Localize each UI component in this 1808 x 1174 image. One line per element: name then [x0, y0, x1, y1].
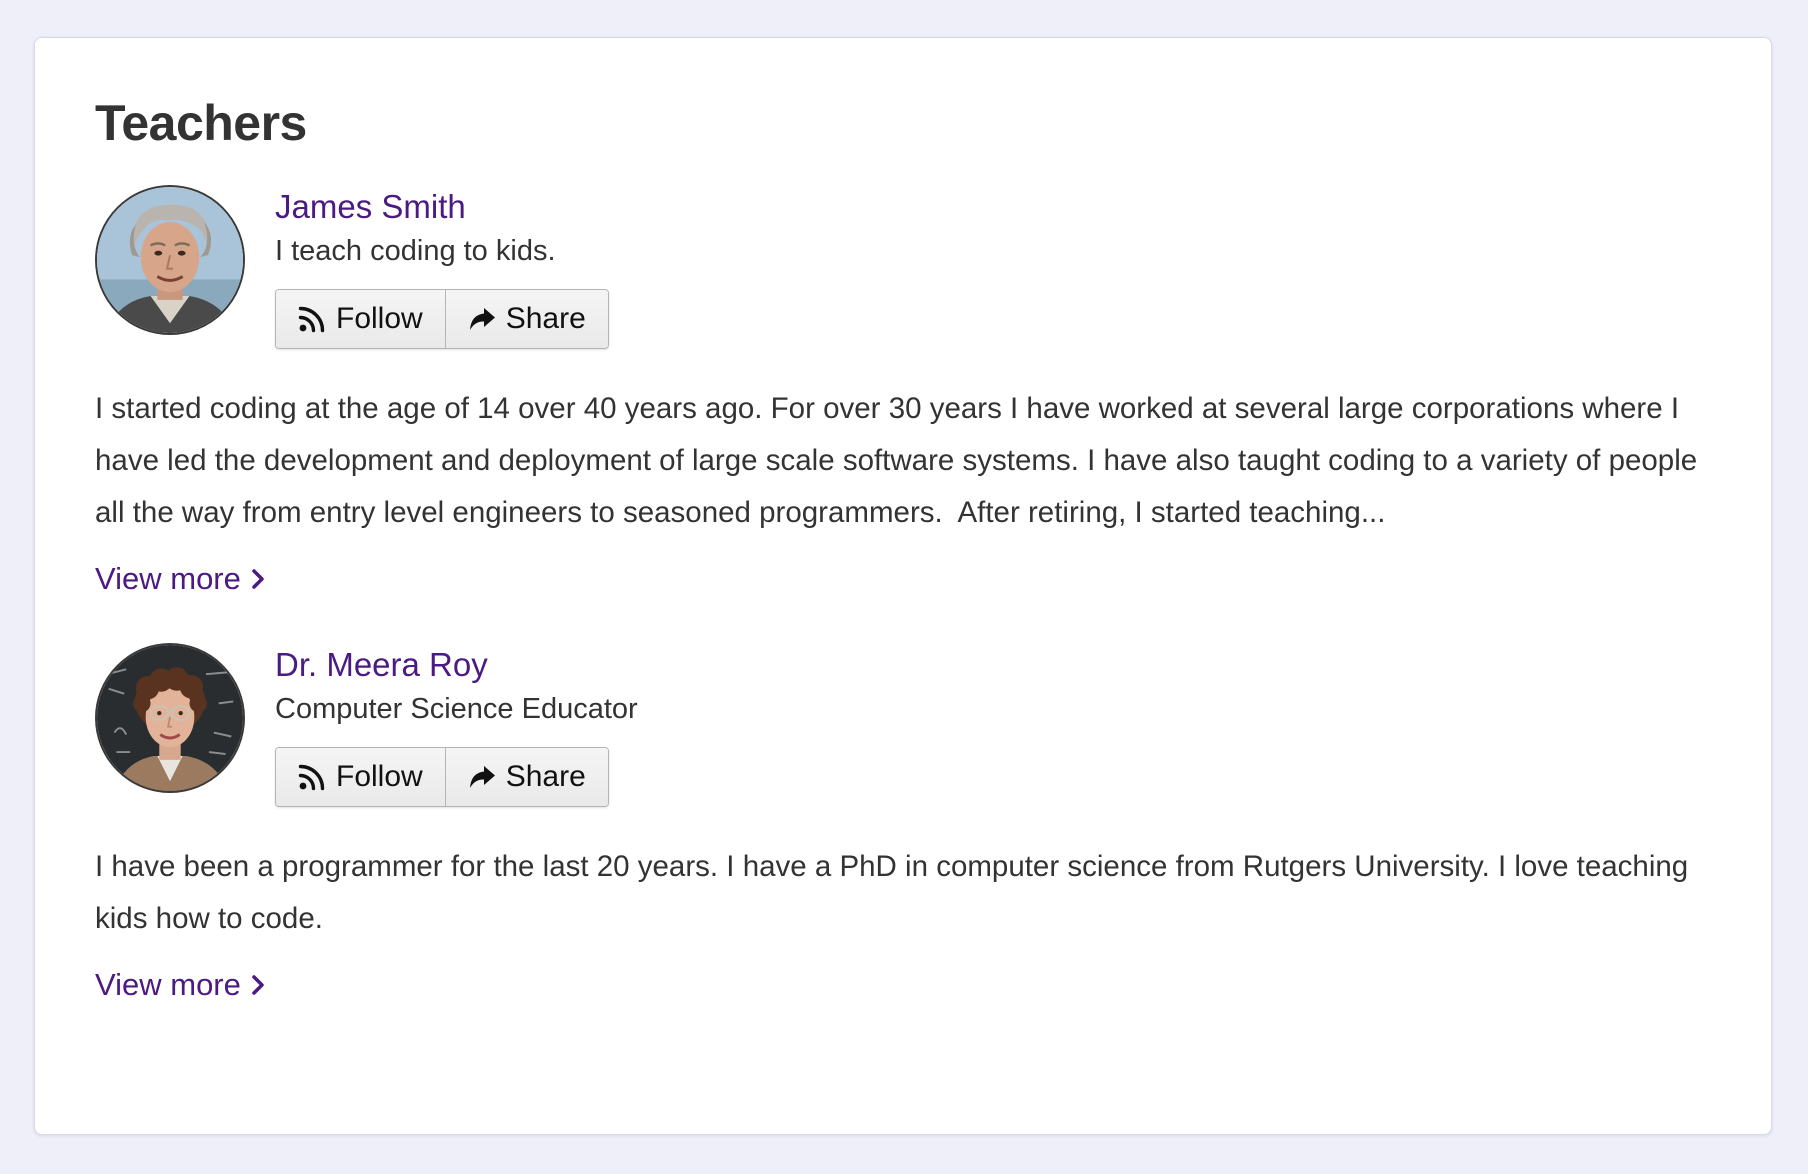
teacher-bio: I started coding at the age of 14 over 4…: [95, 392, 1706, 529]
page-title: Teachers: [95, 95, 307, 151]
teacher-tagline: I teach coding to kids.: [275, 235, 556, 267]
follow-label: Follow: [336, 302, 423, 335]
teacher-header: Dr. Meera Roy Computer Science Educator …: [95, 643, 1711, 807]
view-more-label: View more: [95, 967, 241, 1002]
follow-button[interactable]: Follow: [276, 748, 445, 806]
view-more-link[interactable]: View more: [95, 965, 265, 1005]
teacher-item: James Smith I teach coding to kids. Foll…: [95, 185, 1711, 599]
share-arrow-icon: [468, 305, 496, 333]
share-arrow-icon: [468, 763, 496, 791]
view-more-label: View more: [95, 561, 241, 596]
chevron-right-icon: [251, 568, 265, 590]
view-more-link[interactable]: View more: [95, 559, 265, 599]
teacher-item: Dr. Meera Roy Computer Science Educator …: [95, 643, 1711, 1005]
avatar-photo-icon: [97, 187, 243, 333]
rss-icon: [298, 763, 326, 791]
teacher-tagline: Computer Science Educator: [275, 693, 638, 725]
teacher-info: Dr. Meera Roy Computer Science Educator …: [275, 643, 638, 807]
teacher-info: James Smith I teach coding to kids. Foll…: [275, 185, 609, 349]
follow-label: Follow: [336, 760, 423, 793]
teachers-card: Teachers James Smith I teach coding to k…: [34, 37, 1772, 1135]
chevron-right-icon: [251, 974, 265, 996]
share-button[interactable]: Share: [444, 748, 608, 806]
share-label: Share: [505, 760, 586, 793]
share-label: Share: [505, 302, 586, 335]
avatar: [95, 185, 245, 335]
teacher-bio: I have been a programmer for the last 20…: [95, 850, 1697, 935]
action-button-group: Follow Share: [275, 289, 609, 349]
follow-button[interactable]: Follow: [276, 290, 445, 348]
avatar: [95, 643, 245, 793]
avatar-photo-icon: [97, 645, 243, 791]
teacher-name-link[interactable]: Dr. Meera Roy: [275, 645, 638, 685]
share-button[interactable]: Share: [444, 290, 608, 348]
teacher-header: James Smith I teach coding to kids. Foll…: [95, 185, 1711, 349]
teacher-name-link[interactable]: James Smith: [275, 187, 609, 227]
action-button-group: Follow Share: [275, 747, 609, 807]
rss-icon: [298, 305, 326, 333]
